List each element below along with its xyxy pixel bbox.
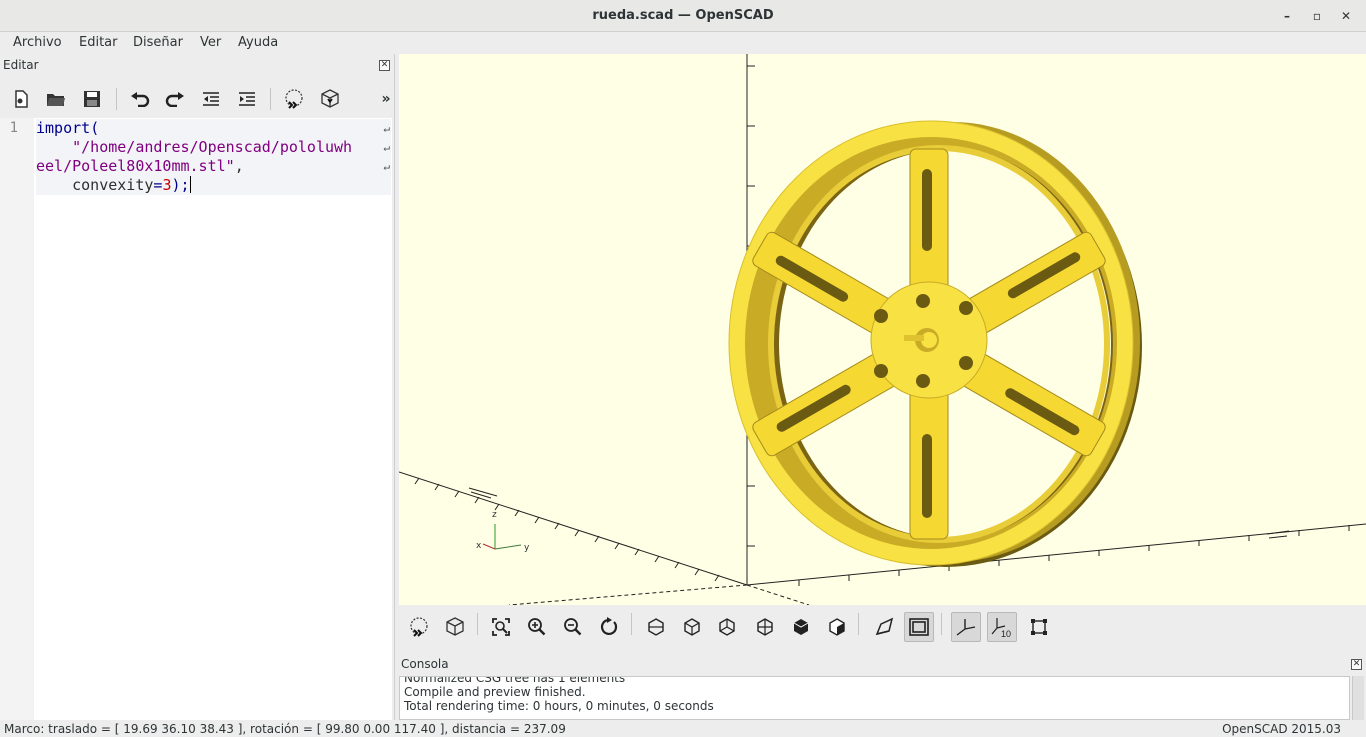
- scale-marker-label: 10: [1001, 629, 1011, 638]
- code-line: "/home/andres/Openscad/pololuwh: [36, 138, 391, 157]
- menu-ver[interactable]: Ver: [200, 35, 221, 50]
- console-title: Consola: [401, 657, 449, 671]
- show-scale-markers-icon[interactable]: 10: [987, 612, 1017, 642]
- menu-archivo[interactable]: Archivo: [13, 35, 62, 50]
- statusbar: Marco: traslado = [ 19.69 36.10 38.43 ],…: [0, 720, 1366, 737]
- menu-editar[interactable]: Editar: [79, 35, 118, 50]
- axis-label-y: y: [524, 543, 530, 553]
- code-keyword: import: [36, 119, 91, 137]
- code-comma: ,: [234, 157, 244, 175]
- zoom-in-icon[interactable]: [522, 612, 552, 642]
- line-number-gutter: 1: [0, 118, 34, 720]
- close-window-button[interactable]: ✕: [1338, 8, 1354, 24]
- view-all-icon[interactable]: [486, 612, 516, 642]
- view-top-icon[interactable]: [677, 612, 707, 642]
- line-number: 1: [9, 120, 18, 136]
- axis-indicator: z x y: [476, 510, 530, 553]
- viewer-toolbar: 10: [399, 605, 1366, 649]
- axis-label-x: x: [476, 541, 482, 551]
- code-string: "/home/andres/Openscad/pololuwh: [72, 138, 353, 156]
- 3d-viewport[interactable]: z x y: [399, 54, 1366, 605]
- view-front-icon[interactable]: [786, 612, 816, 642]
- reset-view-icon[interactable]: [594, 612, 624, 642]
- view-right-icon[interactable]: [641, 612, 671, 642]
- wrap-marker-icon: ↵: [383, 122, 390, 135]
- show-axes-icon[interactable]: [951, 612, 981, 642]
- undo-icon[interactable]: [127, 86, 153, 112]
- toolbar-separator: [116, 88, 117, 110]
- code-line: import(: [36, 119, 391, 138]
- unindent-icon[interactable]: [198, 86, 224, 112]
- code-line: eel/Poleel80x10mm.stl",: [36, 157, 391, 176]
- axis-label-z: z: [492, 510, 497, 520]
- open-file-icon[interactable]: [43, 86, 69, 112]
- perspective-icon[interactable]: [869, 612, 899, 642]
- toolbar-separator: [941, 613, 942, 635]
- render-icon[interactable]: [440, 612, 470, 642]
- indent-icon[interactable]: [234, 86, 260, 112]
- toolbar-separator: [858, 613, 859, 635]
- view-left-icon[interactable]: [750, 612, 780, 642]
- show-edges-icon[interactable]: [1024, 612, 1054, 642]
- view-back-icon[interactable]: [822, 612, 852, 642]
- toolbar-overflow-button[interactable]: »: [373, 86, 399, 112]
- console-panel: Consola ✕ Normalized CSG tree has 1 elem…: [399, 649, 1366, 720]
- version-label: OpenSCAD 2015.03: [1222, 722, 1341, 736]
- camera-status: Marco: traslado = [ 19.69 36.10 38.43 ],…: [4, 722, 566, 736]
- code-paren: (: [90, 119, 100, 137]
- code-terminator: );: [171, 176, 190, 194]
- wrap-marker-icon: ↵: [383, 141, 390, 154]
- console-line: Total rendering time: 0 hours, 0 minutes…: [404, 699, 714, 713]
- console-close-button[interactable]: ✕: [1351, 659, 1362, 670]
- render-icon[interactable]: [317, 86, 343, 112]
- code-line: convexity=3);: [36, 176, 391, 195]
- redo-icon[interactable]: [162, 86, 188, 112]
- minimize-button[interactable]: –: [1279, 8, 1295, 24]
- wrap-marker-icon: ↵: [383, 160, 390, 173]
- menu-disenar[interactable]: Diseñar: [133, 35, 183, 50]
- text-caret: [189, 176, 191, 193]
- code-identifier: convexity: [72, 176, 154, 194]
- window-titlebar: rueda.scad — OpenSCAD – ▫ ✕: [0, 0, 1366, 32]
- menubar: Archivo Editar Diseñar Ver Ayuda: [0, 32, 1366, 54]
- editor-panel: Editar ✕ » 1 import("/home/andres/Opens…: [0, 54, 395, 720]
- viewport-scene: z x y: [399, 54, 1366, 605]
- zoom-out-icon[interactable]: [558, 612, 588, 642]
- window-title: rueda.scad — OpenSCAD: [592, 8, 774, 23]
- wheel-model: [728, 120, 1142, 567]
- preview-icon[interactable]: [281, 86, 307, 112]
- preview-icon[interactable]: [404, 612, 434, 642]
- code-string: eel/Poleel80x10mm.stl": [36, 157, 235, 175]
- toolbar-separator: [270, 88, 271, 110]
- new-file-icon[interactable]: [8, 86, 34, 112]
- toolbar-separator: [477, 613, 478, 635]
- console-scrollbar[interactable]: [1352, 676, 1364, 720]
- console-output[interactable]: Normalized CSG tree has 1 elements Compi…: [399, 676, 1350, 720]
- orthogonal-icon[interactable]: [904, 612, 934, 642]
- code-editor[interactable]: 1 import( "/home/andres/Openscad/pololuw…: [0, 118, 392, 720]
- editor-toolbar: »: [0, 80, 395, 118]
- editor-dock-title: Editar: [3, 58, 39, 72]
- editor-close-button[interactable]: ✕: [379, 60, 390, 71]
- console-line: Compile and preview finished.: [404, 685, 586, 699]
- maximize-button[interactable]: ▫: [1309, 8, 1325, 24]
- toolbar-separator: [631, 613, 632, 635]
- menu-ayuda[interactable]: Ayuda: [238, 35, 278, 50]
- view-bottom-icon[interactable]: [712, 612, 742, 642]
- console-line: Normalized CSG tree has 1 elements: [404, 676, 626, 685]
- save-icon[interactable]: [79, 86, 105, 112]
